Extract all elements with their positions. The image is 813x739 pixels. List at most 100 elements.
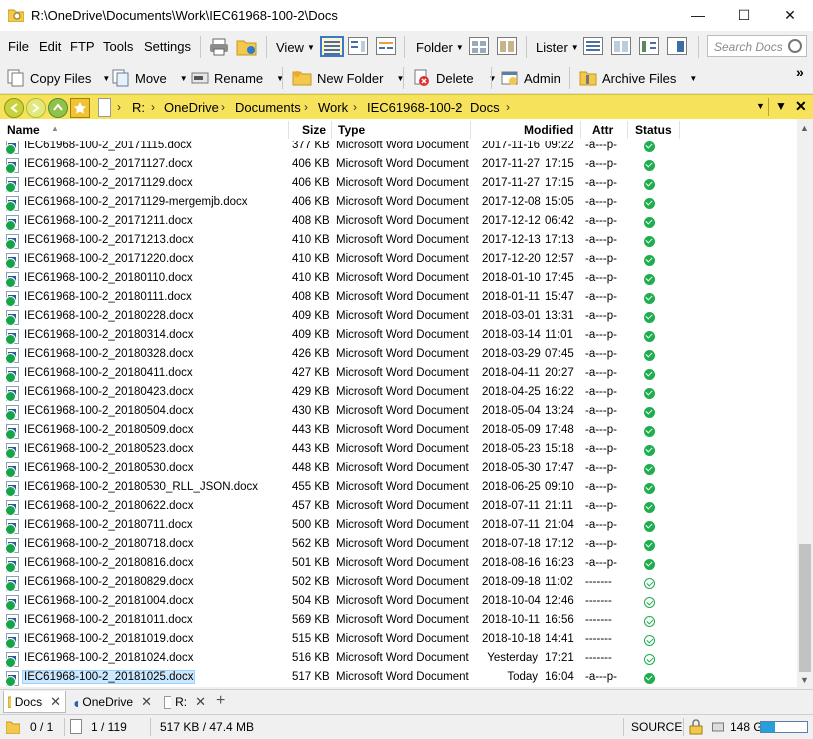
file-name[interactable]: IEC61968-100-2_20180829.docx bbox=[23, 576, 194, 588]
rename-button[interactable]: Rename ▼ bbox=[191, 68, 284, 88]
tab-close-icon[interactable]: ✕ bbox=[50, 694, 61, 710]
tab-close-icon[interactable]: ✕ bbox=[195, 694, 206, 710]
viewer-pane-icon[interactable] bbox=[667, 37, 687, 55]
delete-button[interactable]: Delete ▼ bbox=[413, 68, 497, 88]
column-attr[interactable]: Attr bbox=[592, 123, 613, 137]
sync-folder-icon[interactable] bbox=[236, 38, 258, 56]
table-row[interactable]: IEC61968-100-2_20180816.docx 501 KB Micros… bbox=[0, 555, 797, 574]
table-row[interactable]: IEC61968-100-2_20180110.docx 410 KB Micros… bbox=[0, 270, 797, 289]
breadcrumb-documents[interactable]: Documents bbox=[235, 100, 301, 115]
breadcrumb-work[interactable]: Work bbox=[318, 100, 348, 115]
table-row[interactable]: IEC61968-100-2_20181024.docx 516 KB Micros… bbox=[0, 650, 797, 669]
table-row[interactable]: IEC61968-100-2_20180530_RLL_JSON.docx 455… bbox=[0, 479, 797, 498]
table-row[interactable]: IEC61968-100-2_20180622.docx 457 KB Micros… bbox=[0, 498, 797, 517]
file-name[interactable]: IEC61968-100-2_20171220.docx bbox=[23, 253, 194, 265]
vertical-scrollbar[interactable]: ▲ ▼ bbox=[797, 119, 813, 687]
file-name[interactable]: IEC61968-100-2_20180314.docx bbox=[23, 329, 194, 341]
minimize-button[interactable]: — bbox=[675, 0, 721, 31]
table-row[interactable]: IEC61968-100-2_20171211.docx 408 KB Micros… bbox=[0, 213, 797, 232]
view-menu-button[interactable]: View ▼ bbox=[276, 36, 315, 58]
file-name[interactable]: IEC61968-100-2_20180110.docx bbox=[23, 272, 194, 284]
file-name[interactable]: IEC61968-100-2_20181025.docx bbox=[21, 670, 196, 684]
file-name[interactable]: IEC61968-100-2_20181019.docx bbox=[23, 633, 194, 645]
file-name[interactable]: IEC61968-100-2_20180111.docx bbox=[23, 291, 193, 303]
table-row[interactable]: IEC61968-100-2_20171220.docx 410 KB Micros… bbox=[0, 251, 797, 270]
table-row[interactable]: IEC61968-100-2_20180423.docx 429 KB Micros… bbox=[0, 384, 797, 403]
copy-files-button[interactable]: Copy Files ▼ bbox=[7, 68, 110, 88]
table-row[interactable]: IEC61968-100-2_20180111.docx 408 KB Micros… bbox=[0, 289, 797, 308]
up-arrow-icon[interactable] bbox=[48, 98, 68, 118]
file-name[interactable]: IEC61968-100-2_20180816.docx bbox=[23, 557, 194, 569]
table-row[interactable]: IEC61968-100-2_20171129-mergemjb.docx 406… bbox=[0, 194, 797, 213]
tab-close-icon[interactable]: ✕ bbox=[141, 694, 152, 710]
preview-view-icon[interactable] bbox=[348, 37, 368, 55]
address-dropdown-icon[interactable]: ▼ bbox=[756, 101, 765, 111]
tree-view-icon[interactable] bbox=[639, 37, 659, 55]
table-row[interactable]: IEC61968-100-2_20180411.docx 427 KB Micros… bbox=[0, 365, 797, 384]
menu-file[interactable]: File bbox=[8, 39, 29, 54]
column-divider[interactable] bbox=[470, 121, 471, 139]
close-lister-icon[interactable]: ✕ bbox=[795, 98, 807, 115]
file-name[interactable]: IEC61968-100-2_20171115.docx bbox=[23, 141, 193, 151]
scroll-down-icon[interactable]: ▼ bbox=[800, 675, 809, 685]
forward-arrow-icon[interactable] bbox=[26, 98, 46, 118]
table-row[interactable]: IEC61968-100-2_20181011.docx 569 KB Micros… bbox=[0, 612, 797, 631]
column-divider[interactable] bbox=[580, 121, 581, 139]
file-name[interactable]: IEC61968-100-2_20180423.docx bbox=[23, 386, 194, 398]
table-row[interactable]: IEC61968-100-2_20171213.docx 410 KB Micros… bbox=[0, 232, 797, 251]
column-size[interactable]: Size bbox=[302, 123, 326, 137]
table-row[interactable]: IEC61968-100-2_20180314.docx 409 KB Micros… bbox=[0, 327, 797, 346]
move-button[interactable]: Move ▼ bbox=[112, 68, 188, 88]
search-input[interactable]: Search Docs bbox=[707, 35, 807, 57]
file-name[interactable]: IEC61968-100-2_20171129-mergemjb.docx bbox=[23, 196, 249, 208]
tab-docs[interactable]: Docs ✕ bbox=[3, 691, 66, 713]
printer-icon[interactable] bbox=[209, 38, 229, 56]
tiles-icon[interactable] bbox=[497, 37, 517, 55]
file-name[interactable]: IEC61968-100-2_20171211.docx bbox=[23, 215, 194, 227]
file-name[interactable]: IEC61968-100-2_20180411.docx bbox=[23, 367, 194, 379]
toolbar-overflow-icon[interactable]: » bbox=[796, 64, 804, 80]
scrollbar-thumb[interactable] bbox=[799, 544, 811, 672]
file-name[interactable]: IEC61968-100-2_20181011.docx bbox=[23, 614, 194, 626]
table-row[interactable]: IEC61968-100-2_20181004.docx 504 KB Micros… bbox=[0, 593, 797, 612]
table-row[interactable]: IEC61968-100-2_20180829.docx 502 KB Micros… bbox=[0, 574, 797, 593]
file-name[interactable]: IEC61968-100-2_20180509.docx bbox=[23, 424, 194, 436]
thumbnails-icon[interactable] bbox=[469, 37, 489, 55]
breadcrumb-r[interactable]: R: bbox=[132, 100, 145, 115]
file-name[interactable]: IEC61968-100-2_20180504.docx bbox=[23, 405, 194, 417]
file-name[interactable]: IEC61968-100-2_20180622.docx bbox=[23, 500, 194, 512]
table-row[interactable]: IEC61968-100-2_20180509.docx 443 KB Micros… bbox=[0, 422, 797, 441]
details-view-icon[interactable] bbox=[320, 36, 344, 57]
file-name[interactable]: IEC61968-100-2_20180530.docx bbox=[23, 462, 194, 474]
breadcrumb-docs[interactable]: Docs bbox=[470, 100, 500, 115]
table-row[interactable]: IEC61968-100-2_20180228.docx 409 KB Micros… bbox=[0, 308, 797, 327]
file-name[interactable]: IEC61968-100-2_20180228.docx bbox=[23, 310, 194, 322]
column-status[interactable]: Status bbox=[635, 123, 672, 137]
filter-icon[interactable]: ▼ bbox=[775, 99, 787, 113]
column-divider[interactable] bbox=[331, 121, 332, 139]
column-name[interactable]: Name bbox=[7, 123, 40, 137]
back-arrow-icon[interactable] bbox=[4, 98, 24, 118]
table-row[interactable]: IEC61968-100-2_20171115.docx 377 KB Micros… bbox=[0, 141, 797, 156]
tab-r-drive[interactable]: R: ✕ bbox=[160, 691, 210, 713]
file-name[interactable]: IEC61968-100-2_20180328.docx bbox=[23, 348, 194, 360]
table-row[interactable]: IEC61968-100-2_20181019.docx 515 KB Micros… bbox=[0, 631, 797, 650]
file-name[interactable]: IEC61968-100-2_20181024.docx bbox=[23, 652, 194, 664]
archive-files-button[interactable]: Archive Files ▼ bbox=[579, 68, 697, 88]
table-row[interactable]: IEC61968-100-2_20180530.docx 448 KB Micros… bbox=[0, 460, 797, 479]
table-row[interactable]: IEC61968-100-2_20171127.docx 406 KB Micros… bbox=[0, 156, 797, 175]
scroll-up-icon[interactable]: ▲ bbox=[800, 123, 809, 133]
table-row[interactable]: IEC61968-100-2_20180504.docx 430 KB Micros… bbox=[0, 403, 797, 422]
file-name[interactable]: IEC61968-100-2_20171129.docx bbox=[23, 177, 194, 189]
table-row[interactable]: IEC61968-100-2_20180718.docx 562 KB Micros… bbox=[0, 536, 797, 555]
file-name[interactable]: IEC61968-100-2_20171127.docx bbox=[23, 158, 194, 170]
new-folder-button[interactable]: New Folder ▼ bbox=[292, 68, 404, 88]
lister-menu-button[interactable]: Lister ▼ bbox=[536, 36, 579, 58]
menu-tools[interactable]: Tools bbox=[103, 39, 133, 54]
admin-button[interactable]: Admin bbox=[501, 68, 561, 88]
file-name[interactable]: IEC61968-100-2_20181004.docx bbox=[23, 595, 194, 607]
column-divider[interactable] bbox=[627, 121, 628, 139]
table-row[interactable]: IEC61968-100-2_20180523.docx 443 KB Micros… bbox=[0, 441, 797, 460]
tab-onedrive[interactable]: OneDrive ✕ bbox=[70, 691, 156, 713]
file-name[interactable]: IEC61968-100-2_20180711.docx bbox=[23, 519, 194, 531]
